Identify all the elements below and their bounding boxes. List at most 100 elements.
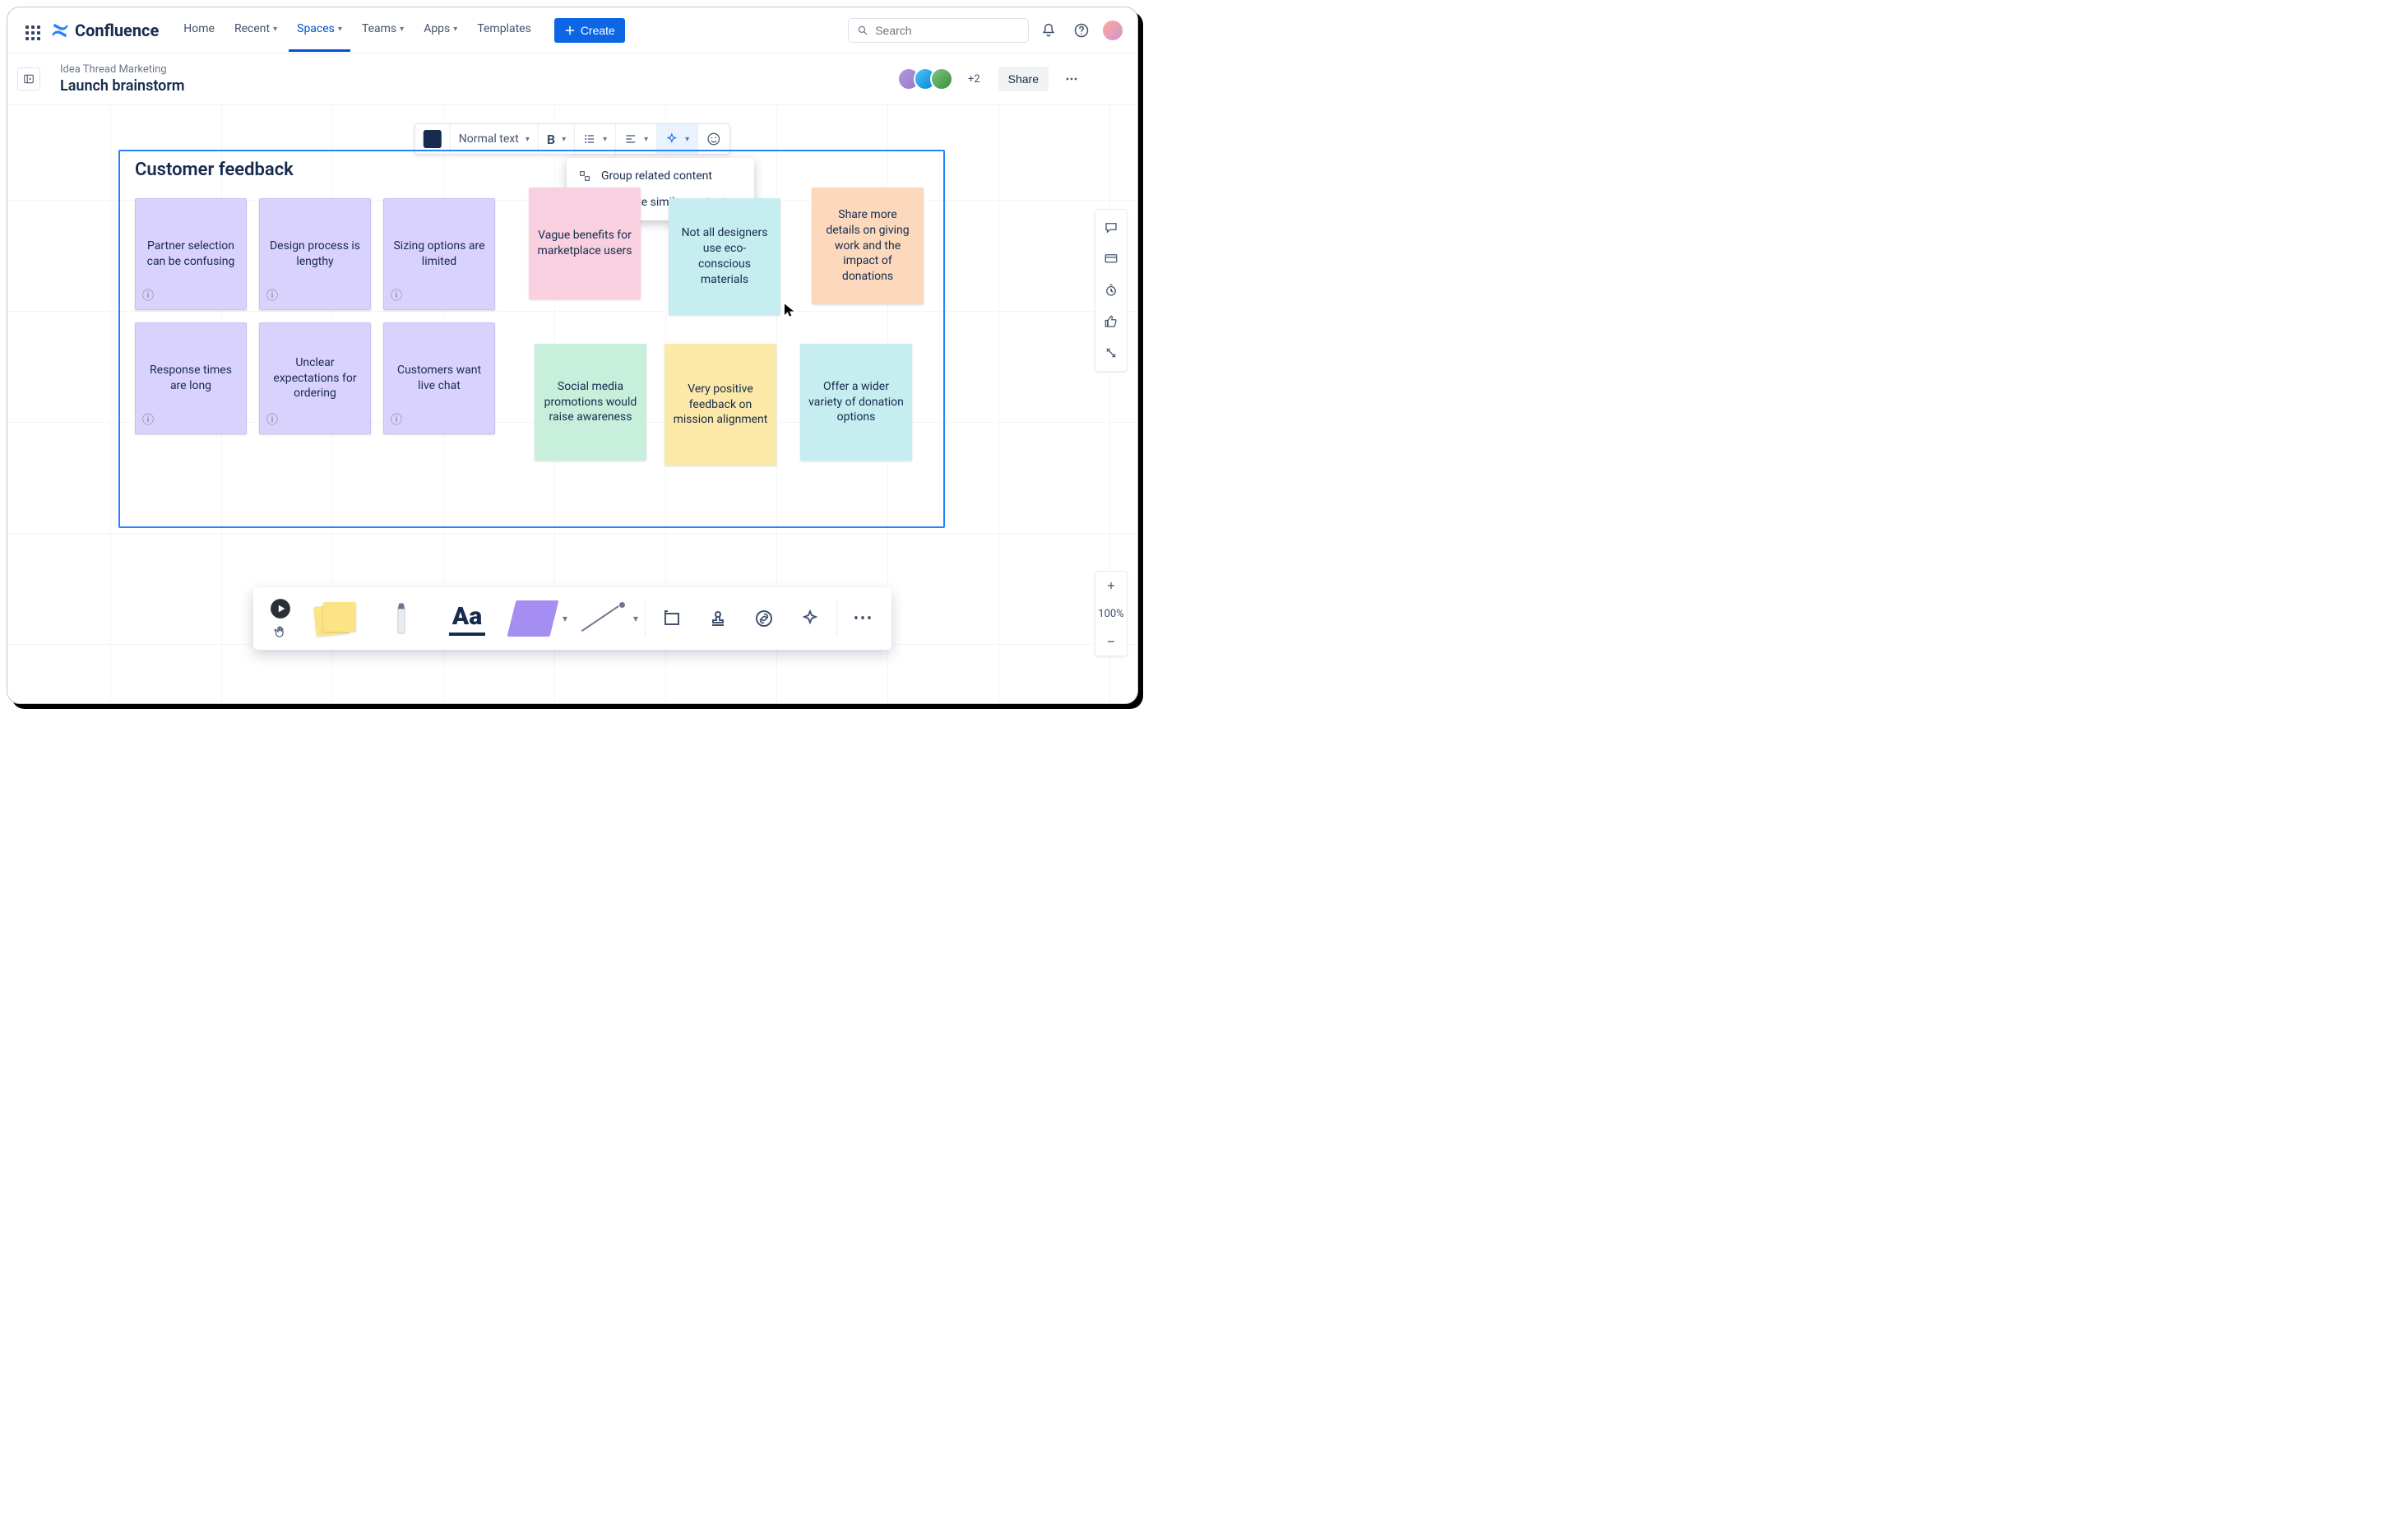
sticky-share-more[interactable]: Share more details on giving work and th… [812, 188, 924, 304]
sticky-social-media[interactable]: Social media promotions would raise awar… [535, 344, 646, 461]
brand-confluence[interactable]: Confluence [50, 21, 159, 40]
confluence-logo-icon [50, 21, 70, 40]
emoji-icon [706, 132, 721, 146]
brand-label: Confluence [75, 21, 159, 40]
search-input[interactable] [848, 18, 1029, 43]
color-swatch-icon [424, 130, 442, 148]
info-icon[interactable]: ⓘ [391, 413, 402, 429]
sticky-response-times[interactable]: Response times are longⓘ [135, 322, 247, 434]
voting-button[interactable] [1098, 340, 1124, 366]
timer-button[interactable] [1098, 277, 1124, 304]
sticky-unclear-expectations[interactable]: Unclear expectations for orderingⓘ [259, 322, 371, 434]
chevron-down-icon: ▾ [273, 25, 277, 34]
whiteboard-canvas[interactable]: Normal text▾ B▾ ▾ ▾ ▾ Group related cont… [7, 105, 1137, 704]
zoom-out-button[interactable] [1095, 628, 1127, 656]
dots-horizontal-icon [1063, 71, 1080, 87]
chevron-down-icon: ▾ [644, 135, 648, 144]
nav-apps[interactable]: Apps▾ [415, 8, 465, 52]
nav-recent[interactable]: Recent▾ [226, 8, 285, 52]
dock-pointer-tool[interactable] [262, 594, 299, 643]
ai-sparkle-icon [800, 609, 820, 628]
breadcrumb-space[interactable]: Idea Thread Marketing [60, 63, 184, 76]
dock-ai-tool[interactable] [790, 594, 830, 643]
page-header: Idea Thread Marketing Launch brainstorm … [7, 53, 1137, 105]
hand-icon [273, 624, 288, 639]
dock-link-tool[interactable] [744, 594, 784, 643]
search-icon [857, 24, 868, 37]
sticky-donation-options[interactable]: Offer a wider variety of donation option… [800, 344, 912, 461]
sticky-mission-align[interactable]: Very positive feedback on mission alignm… [665, 344, 776, 466]
avatar[interactable] [930, 67, 953, 90]
help-button[interactable] [1068, 17, 1095, 44]
dock-sticky-tool[interactable] [306, 594, 365, 643]
sticky-vague-benefits[interactable]: Vague benefits for marketplace users [529, 188, 641, 299]
nav-templates[interactable]: Templates [469, 8, 539, 52]
profile-avatar[interactable] [1101, 19, 1124, 42]
info-icon[interactable]: ⓘ [142, 413, 154, 429]
page-title: Launch brainstorm [60, 77, 184, 95]
sticky-partner-selection[interactable]: Partner selection can be confusingⓘ [135, 198, 247, 310]
chevron-down-icon: ▾ [562, 135, 566, 144]
avatar-overflow-count[interactable]: +2 [968, 73, 980, 86]
dots-horizontal-icon: ••• [854, 610, 873, 628]
collaborator-avatars[interactable] [904, 67, 953, 90]
chevron-down-icon[interactable]: ▾ [633, 613, 638, 624]
chevron-down-icon[interactable]: ▾ [563, 613, 567, 624]
side-rail [1095, 209, 1128, 372]
sidebar-expand-icon [23, 73, 35, 85]
bell-icon [1040, 22, 1057, 39]
comment-icon [1104, 220, 1118, 235]
line-icon [582, 602, 625, 635]
dock-more-button[interactable]: ••• [844, 594, 883, 643]
stamp-icon [708, 609, 728, 628]
app-switcher-icon[interactable] [21, 21, 40, 40]
sticky-want-livechat[interactable]: Customers want live chatⓘ [383, 322, 495, 434]
link-icon [754, 609, 774, 628]
chevron-down-icon: ▾ [603, 135, 607, 144]
frame-icon [662, 609, 682, 628]
comments-button[interactable] [1098, 215, 1124, 241]
create-button[interactable]: Create [554, 18, 625, 43]
list-bullet-icon [583, 132, 596, 146]
zoom-in-button[interactable] [1095, 572, 1127, 600]
sticky-design-process[interactable]: Design process is lengthyⓘ [259, 198, 371, 310]
marker-icon [393, 598, 410, 639]
share-button[interactable]: Share [998, 67, 1049, 91]
info-icon[interactable]: ⓘ [266, 413, 278, 429]
nav-home[interactable]: Home [175, 8, 223, 52]
nav-teams[interactable]: Teams▾ [354, 8, 412, 52]
page-more-menu[interactable] [1058, 66, 1085, 92]
notifications-button[interactable] [1035, 17, 1062, 44]
top-nav: Confluence Home Recent▾ Spaces▾ Teams▾ A… [7, 7, 1137, 53]
plus-icon [564, 25, 576, 36]
sticky-sizing-options[interactable]: Sizing options are limitedⓘ [383, 198, 495, 310]
search-field[interactable] [875, 24, 1020, 37]
dock-frame-tool[interactable] [652, 594, 692, 643]
info-icon[interactable]: ⓘ [266, 289, 278, 304]
nav-links: Home Recent▾ Spaces▾ Teams▾ Apps▾ Templa… [175, 8, 539, 52]
zoom-controls: 100% [1095, 571, 1128, 656]
minus-icon [1105, 636, 1117, 647]
sticky-not-all-designers[interactable]: Not all designers use eco-conscious mate… [669, 198, 780, 315]
dock-stamp-tool[interactable] [698, 594, 738, 643]
collapse-sidebar-button[interactable] [17, 67, 40, 90]
dock-line-tool[interactable] [574, 594, 633, 643]
dock-marker-tool[interactable] [372, 594, 431, 643]
info-icon[interactable]: ⓘ [391, 289, 402, 304]
info-icon[interactable]: ⓘ [142, 289, 154, 304]
percent-icon [1104, 345, 1118, 360]
chevron-down-icon: ▾ [453, 25, 457, 34]
plus-icon [1105, 580, 1117, 591]
section-title: Customer feedback [135, 160, 294, 180]
presentation-icon [1104, 252, 1118, 266]
dock-text-tool[interactable]: Aa [438, 594, 497, 643]
reactions-button[interactable] [1098, 308, 1124, 335]
dock-shape-tool[interactable] [503, 594, 563, 643]
mouse-cursor-icon [782, 301, 797, 319]
chevron-down-icon: ▾ [400, 25, 404, 34]
nav-spaces[interactable]: Spaces▾ [289, 8, 350, 52]
present-button[interactable] [1098, 246, 1124, 272]
ai-sparkle-icon [665, 132, 678, 146]
text-icon: Aa [449, 602, 485, 636]
zoom-level[interactable]: 100% [1095, 600, 1127, 628]
